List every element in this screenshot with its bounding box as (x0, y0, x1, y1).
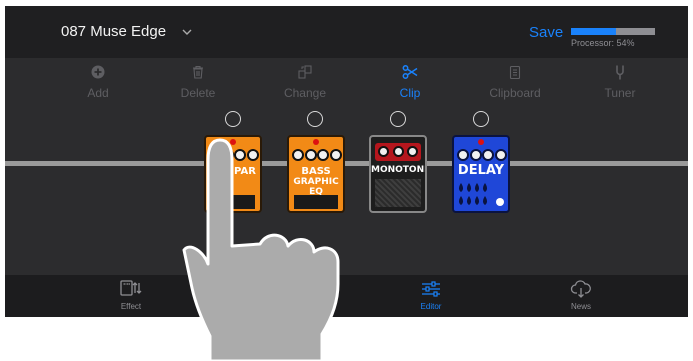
knob-row (457, 149, 507, 163)
tab-news-label: News (570, 302, 591, 311)
tuner-button[interactable]: Tuner (580, 64, 660, 100)
edit-toolbar: Add Delete Change Clip Clipboard Tuner (5, 58, 688, 103)
delete-button[interactable]: Delete (158, 64, 238, 100)
clip-label: Clip (399, 86, 421, 100)
tab-effect[interactable]: Effect (101, 279, 161, 311)
delete-label: Delete (180, 86, 216, 100)
effect-icon (120, 280, 142, 296)
app-window: 087 Muse Edge Save Processor: 54% Add De… (5, 6, 688, 317)
pedal-name: MONOTONE (371, 165, 427, 175)
pedal-select-circle[interactable] (390, 111, 406, 127)
bottom-tab-bar: Effect Editor News (5, 275, 688, 317)
tab-editor-label: Editor (420, 302, 442, 311)
tab-editor[interactable]: Editor (401, 279, 461, 311)
tuner-label: Tuner (604, 86, 636, 100)
processor-meter (571, 28, 655, 35)
tuning-fork-icon (580, 64, 660, 84)
pedal-select-circle[interactable] (307, 111, 323, 127)
sliders-icon (422, 281, 440, 297)
signal-cable (5, 161, 688, 166)
cloud-download-icon (570, 280, 591, 298)
header-bar: 087 Muse Edge Save Processor: 54% (5, 6, 688, 58)
knob[interactable] (407, 146, 418, 157)
tab-news[interactable]: News (551, 279, 611, 311)
knob[interactable] (482, 149, 495, 161)
change-icon (265, 64, 345, 84)
knob-row (378, 146, 418, 160)
preset-name[interactable]: 087 Muse Edge (61, 23, 166, 40)
processor-label: Processor: 54% (571, 38, 635, 48)
add-button[interactable]: Add (58, 64, 138, 100)
scissors-icon (370, 64, 450, 84)
trash-icon (158, 64, 238, 84)
clipboard-button[interactable]: Clipboard (475, 64, 555, 100)
clipboard-label: Clipboard (489, 86, 541, 100)
pedal-select-circle[interactable] (473, 111, 489, 127)
knob[interactable] (494, 149, 507, 161)
pedal-delay[interactable]: DELAY (452, 135, 510, 213)
clip-button[interactable]: Clip (370, 64, 450, 100)
pedal-name: DELAY (457, 163, 505, 178)
pedal-select-circle[interactable] (225, 111, 241, 127)
change-button[interactable]: Change (265, 64, 345, 100)
clipboard-icon (475, 64, 555, 84)
tab-effect-label: Effect (120, 302, 142, 311)
plus-circle-icon (58, 64, 138, 84)
knob[interactable] (392, 146, 404, 157)
pedalboard: BAS PAR EQ BASS GRAPHIC EQ MONOTONE (5, 103, 688, 275)
add-label: Add (87, 86, 109, 100)
pedal-monotone[interactable]: MONOTONE (369, 135, 427, 213)
footswitch[interactable] (375, 179, 421, 207)
change-label: Change (283, 86, 327, 100)
raindrop-decor (459, 183, 504, 206)
knob[interactable] (457, 149, 469, 161)
save-button[interactable]: Save (529, 24, 563, 41)
led-indicator (478, 139, 484, 145)
knob[interactable] (378, 146, 389, 157)
tap-hand-icon (182, 138, 340, 361)
chevron-down-icon[interactable] (181, 26, 193, 38)
processor-meter-fill (571, 28, 617, 35)
knob[interactable] (469, 149, 482, 161)
